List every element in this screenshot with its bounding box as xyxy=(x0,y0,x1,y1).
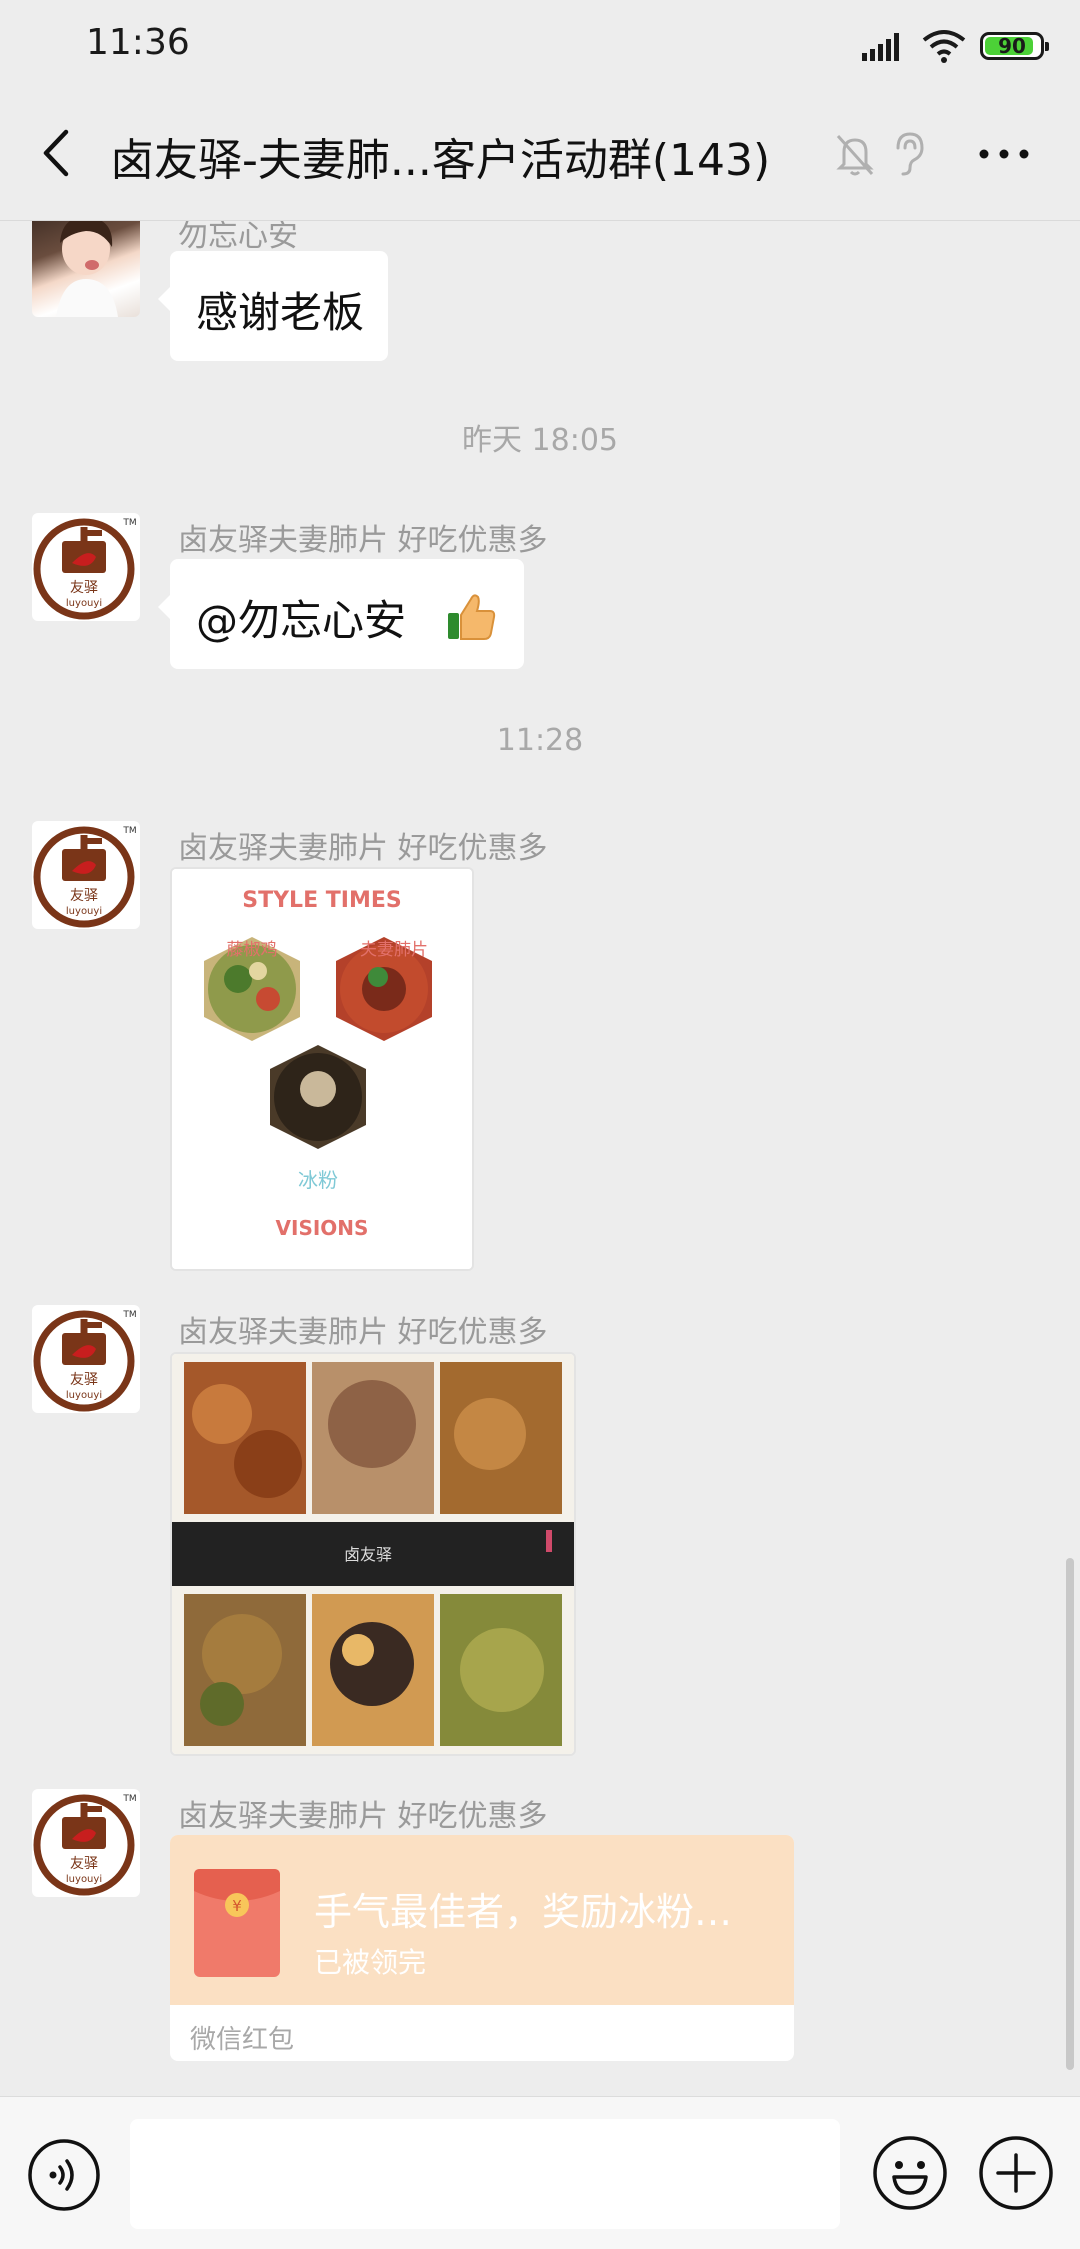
chat-header: 卤友驿-夫妻肺...客户活动群(143) xyxy=(0,90,1080,221)
poster-bottom-text: VISIONS xyxy=(276,1216,369,1240)
luyouyi-logo: 友驿 luyouyi TM xyxy=(33,1794,137,1896)
avatar[interactable]: 友驿 luyouyi TM xyxy=(32,1305,140,1413)
chat-area[interactable]: 勿忘心安 感谢老板 昨天 18:05 友驿 luyouyi TM 卤友驿夫妻肺片… xyxy=(0,221,1080,2096)
mute-bell-icon xyxy=(836,134,874,176)
luyouyi-logo: 友驿 luyouyi TM xyxy=(33,826,137,928)
status-bar: 11:36 90 xyxy=(0,0,1080,90)
input-bar xyxy=(0,2096,1080,2249)
logo-line2: luyouyi xyxy=(66,1390,102,1401)
timestamp: 11:28 xyxy=(496,723,584,758)
avatar[interactable] xyxy=(32,221,140,317)
message-bubble[interactable]: 感谢老板 xyxy=(157,251,389,361)
avatar[interactable]: 友驿 luyouyi TM xyxy=(32,821,140,929)
avatar[interactable]: 友驿 luyouyi TM xyxy=(32,513,140,621)
logo-line1: 友驿 xyxy=(70,1856,98,1872)
banner-text: 卤友驿 xyxy=(344,1545,392,1564)
logo-tm: TM xyxy=(122,1310,136,1320)
plus-icon[interactable] xyxy=(976,2133,1056,2213)
red-packet-footer: 微信红包 xyxy=(190,2025,295,2055)
sender-name: 卤友驿夫妻肺片 好吃优惠多 xyxy=(178,1799,548,1834)
avatar[interactable]: 友驿 luyouyi TM xyxy=(32,1789,140,1897)
battery-tip xyxy=(1045,42,1049,51)
red-packet-title: 手气最佳者，奖励冰粉… xyxy=(314,1890,733,1934)
logo-line1: 友驿 xyxy=(70,580,98,596)
message-input[interactable] xyxy=(130,2119,840,2229)
more-dots-icon[interactable] xyxy=(972,134,1036,174)
food-poster-image: STYLE TIMES 藤椒鸡 夫妻肺片 冰粉 VISIONS xyxy=(172,869,472,1269)
logo-line2: luyouyi xyxy=(66,1874,102,1885)
red-packet-message[interactable]: ¥ 手气最佳者，奖励冰粉… 已被领完 微信红包 xyxy=(170,1835,794,2061)
battery-level: 90 xyxy=(998,34,1026,58)
envelope-symbol: ¥ xyxy=(232,1897,242,1915)
status-time: 11:36 xyxy=(86,22,190,63)
logo-line2: luyouyi xyxy=(66,906,102,917)
logo-tm: TM xyxy=(122,1794,136,1804)
signal-icon xyxy=(862,33,899,61)
food-collage-image: 卤友驿 xyxy=(172,1354,574,1754)
logo-tm: TM xyxy=(122,826,136,836)
back-arrow-icon[interactable] xyxy=(26,120,88,186)
image-message[interactable]: STYLE TIMES 藤椒鸡 夫妻肺片 冰粉 VISIONS xyxy=(170,867,474,1271)
message-text: @勿忘心安 xyxy=(196,596,407,645)
message-bubble[interactable]: @勿忘心安 xyxy=(158,559,524,669)
wifi-icon xyxy=(922,30,966,63)
logo-line1: 友驿 xyxy=(70,888,98,904)
girl-avatar-picture xyxy=(56,221,118,317)
emoji-icon[interactable] xyxy=(870,2133,950,2213)
poster-top-text: STYLE TIMES xyxy=(242,888,401,913)
sender-name: 勿忘心安 xyxy=(178,221,298,254)
status-icons: 90 xyxy=(862,28,1049,64)
timestamp: 昨天 18:05 xyxy=(462,423,618,458)
chat-title[interactable]: 卤友驿-夫妻肺...客户活动群(143) xyxy=(110,124,770,188)
voice-icon[interactable] xyxy=(26,2137,102,2213)
poster-dish-2: 夫妻肺片 xyxy=(360,940,428,960)
poster-dish-3: 冰粉 xyxy=(298,1168,338,1192)
scrollbar[interactable] xyxy=(1066,1558,1074,2070)
sender-name: 卤友驿夫妻肺片 好吃优惠多 xyxy=(178,523,548,558)
logo-line2: luyouyi xyxy=(66,598,102,609)
earpiece-icon xyxy=(896,132,924,176)
sender-name: 卤友驿夫妻肺片 好吃优惠多 xyxy=(178,1315,548,1350)
poster-dish-1: 藤椒鸡 xyxy=(227,940,278,960)
red-envelope-icon: ¥ xyxy=(194,1869,280,1977)
logo-line1: 友驿 xyxy=(70,1372,98,1388)
thumbs-up-icon xyxy=(448,594,496,640)
red-packet-status: 已被领完 xyxy=(314,1946,427,1979)
message-text: 感谢老板 xyxy=(196,288,365,337)
sender-name: 卤友驿夫妻肺片 好吃优惠多 xyxy=(178,831,548,866)
image-message[interactable]: 卤友驿 xyxy=(170,1352,576,1756)
luyouyi-logo: 友驿 luyouyi TM xyxy=(33,1310,137,1412)
battery-icon: 90 xyxy=(980,32,1049,60)
logo-tm: TM xyxy=(122,518,136,528)
luyouyi-logo: 友驿 luyouyi TM xyxy=(33,518,137,620)
